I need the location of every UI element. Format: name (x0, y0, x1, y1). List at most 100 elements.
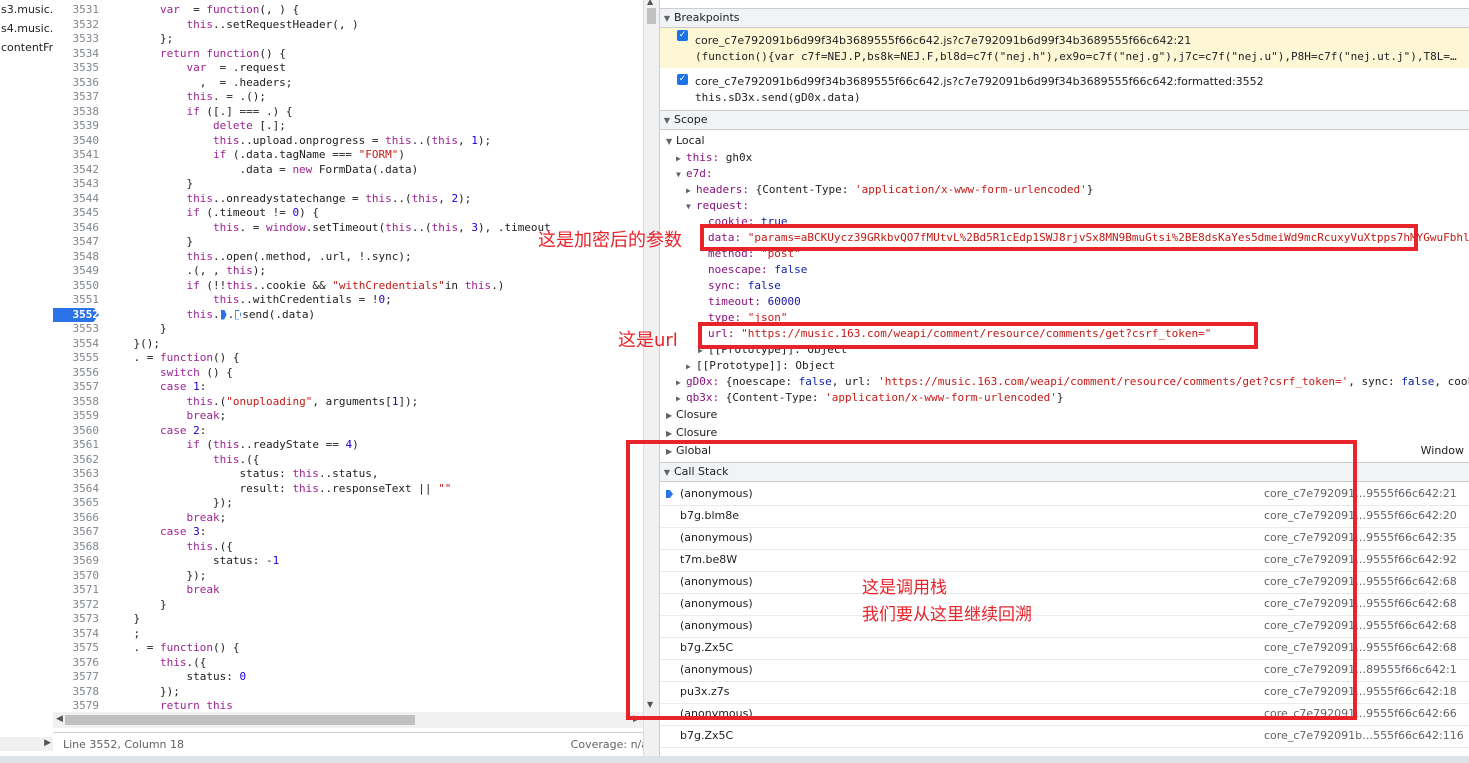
scope-gd0x[interactable]: ▶ gD0x: {noescape: false, url: 'https://m… (676, 374, 1469, 391)
line-number[interactable]: 3557 (53, 380, 100, 395)
code-line[interactable]: ; (107, 627, 140, 642)
code-line[interactable]: this..open(.method, .url, !.sync); (107, 250, 411, 265)
code-line[interactable]: var = function(, ) { (107, 3, 299, 18)
line-number[interactable]: 3575 (53, 641, 100, 656)
current-line-number[interactable]: 3552 (53, 307, 99, 322)
code-line[interactable]: }); (107, 569, 206, 584)
scrollbar-thumb[interactable] (647, 8, 656, 24)
source-code-panel[interactable]: 3531 var = function(, ) {3532 this..setR… (53, 0, 643, 732)
scope-prototype[interactable]: ▶ [[Prototype]]: Object (686, 358, 835, 375)
code-line[interactable]: } (107, 598, 167, 613)
line-number[interactable]: 3565 (53, 496, 100, 511)
scope-e7d[interactable]: ▼ e7d: (676, 166, 713, 183)
line-number[interactable]: 3570 (53, 569, 100, 584)
line-number[interactable]: 3536 (53, 76, 100, 91)
line-number[interactable]: 3540 (53, 134, 100, 149)
code-line[interactable]: this.. send(.data) (107, 308, 315, 323)
code-line[interactable]: if ([.] === .) { (107, 105, 292, 120)
breakpoint-item[interactable]: ✓ core_c7e792091b6d99f34b3689555f66c642.… (660, 72, 1469, 108)
line-number[interactable]: 3547 (53, 235, 100, 250)
inline-breakpoint-icon[interactable] (235, 309, 242, 320)
code-line[interactable]: this. = window.setTimeout(this..(this, 3… (107, 221, 551, 236)
code-line[interactable]: case 2: (107, 424, 206, 439)
code-line[interactable]: switch () { (107, 366, 233, 381)
scrollbar-thumb[interactable] (65, 715, 415, 725)
line-number[interactable]: 3538 (53, 105, 100, 120)
code-line[interactable]: } (107, 177, 193, 192)
line-number[interactable]: 3542 (53, 163, 100, 178)
nav-file[interactable]: s4.music.1 (0, 19, 53, 38)
scope-request[interactable]: ▼ request: (686, 198, 749, 215)
line-number[interactable]: 3576 (53, 656, 100, 671)
nav-horizontal-scrollbar[interactable]: ▶ (0, 737, 53, 751)
line-number[interactable]: 3568 (53, 540, 100, 555)
call-frame-location[interactable]: core_c7e792091b…555f66c642:116 (1264, 725, 1464, 747)
scope-this[interactable]: ▶ this: gh0x (676, 150, 752, 167)
line-number[interactable]: 3563 (53, 467, 100, 482)
line-number[interactable]: 3566 (53, 511, 100, 526)
code-line[interactable]: }; (107, 32, 173, 47)
line-number[interactable]: 3573 (53, 612, 100, 627)
code-line[interactable]: var = .request (107, 61, 285, 76)
nav-file[interactable]: s3.music.1 (0, 0, 53, 19)
line-number[interactable]: 3534 (53, 47, 100, 62)
line-number[interactable]: 3562 (53, 453, 100, 468)
scroll-right-icon[interactable]: ▶ (44, 738, 51, 748)
line-number[interactable]: 3543 (53, 177, 100, 192)
line-number[interactable]: 3554 (53, 337, 100, 352)
line-number[interactable]: 3539 (53, 119, 100, 134)
breakpoint-checkbox[interactable]: ✓ (677, 74, 688, 85)
line-number[interactable]: 3548 (53, 250, 100, 265)
coverage-status[interactable]: Coverage: n/a (571, 733, 648, 757)
code-line[interactable]: if (this..readyState == 4) (107, 438, 358, 453)
line-number[interactable]: 3551 (53, 293, 100, 308)
code-line[interactable]: this..withCredentials = !0; (107, 293, 392, 308)
code-line[interactable]: this.({ (107, 453, 259, 468)
breakpoints-header[interactable]: ▼ Breakpoints (660, 8, 1469, 28)
scope-qb3x[interactable]: ▶ qb3x: {Content-Type: 'application/x-www… (676, 390, 1064, 407)
line-number[interactable]: 3535 (53, 61, 100, 76)
code-line[interactable]: , = .headers; (107, 76, 293, 91)
code-line[interactable]: . = function() { (107, 351, 239, 366)
code-line[interactable]: if (.data.tagName === "FORM") (107, 148, 405, 163)
code-line[interactable]: this.({ (107, 656, 206, 671)
code-line[interactable]: this.("onuploading", arguments[1]); (107, 395, 418, 410)
code-line[interactable]: break; (107, 511, 226, 526)
line-number[interactable]: 3553 (53, 322, 100, 337)
code-line[interactable]: result: this..responseText || "" (107, 482, 451, 497)
call-frame[interactable]: b7g.Zx5C core_c7e792091b…555f66c642:116 (660, 725, 1469, 748)
line-number[interactable]: 3578 (53, 685, 100, 700)
nav-file[interactable]: contentFr (0, 38, 53, 57)
source-horizontal-scrollbar[interactable]: ◀ ▶ (53, 712, 643, 728)
line-number[interactable]: 3558 (53, 395, 100, 410)
code-line[interactable]: case 1: (107, 380, 206, 395)
line-number[interactable]: 3549 (53, 264, 100, 279)
line-number[interactable]: 3550 (53, 279, 100, 294)
line-number[interactable]: 3556 (53, 366, 100, 381)
code-line[interactable]: status: -1 (107, 554, 279, 569)
line-number[interactable]: 3537 (53, 90, 100, 105)
line-number[interactable]: 3545 (53, 206, 100, 221)
line-number[interactable]: 3567 (53, 525, 100, 540)
code-line[interactable]: status: this..status, (107, 467, 378, 482)
scope-header[interactable]: ▼ Scope (660, 110, 1469, 130)
scope-headers[interactable]: ▶ headers: {Content-Type: 'application/x-… (686, 182, 1093, 199)
code-line[interactable]: } (107, 235, 193, 250)
code-line[interactable]: .data = new FormData(.data) (107, 163, 418, 178)
code-line[interactable]: this..upload.onprogress = this..(this, 1… (107, 134, 491, 149)
code-line[interactable]: }); (107, 496, 233, 511)
code-line[interactable]: if (!!this..cookie && "withCredentials"i… (107, 279, 504, 294)
scroll-up-icon[interactable]: ▲ (647, 0, 653, 6)
line-number[interactable]: 3571 (53, 583, 100, 598)
breakpoint-checkbox[interactable]: ✓ (677, 30, 688, 41)
code-line[interactable]: this.({ (107, 540, 232, 555)
code-line[interactable]: case 3: (107, 525, 206, 540)
code-line[interactable]: return function() { (107, 47, 286, 62)
line-number[interactable]: 3532 (53, 18, 100, 33)
code-line[interactable]: }(); (107, 337, 160, 352)
line-number[interactable]: 3577 (53, 670, 100, 685)
code-line[interactable]: break; (107, 409, 226, 424)
code-line[interactable]: break (107, 583, 219, 598)
code-line[interactable]: status: 0 (107, 670, 246, 685)
line-number[interactable]: 3560 (53, 424, 100, 439)
